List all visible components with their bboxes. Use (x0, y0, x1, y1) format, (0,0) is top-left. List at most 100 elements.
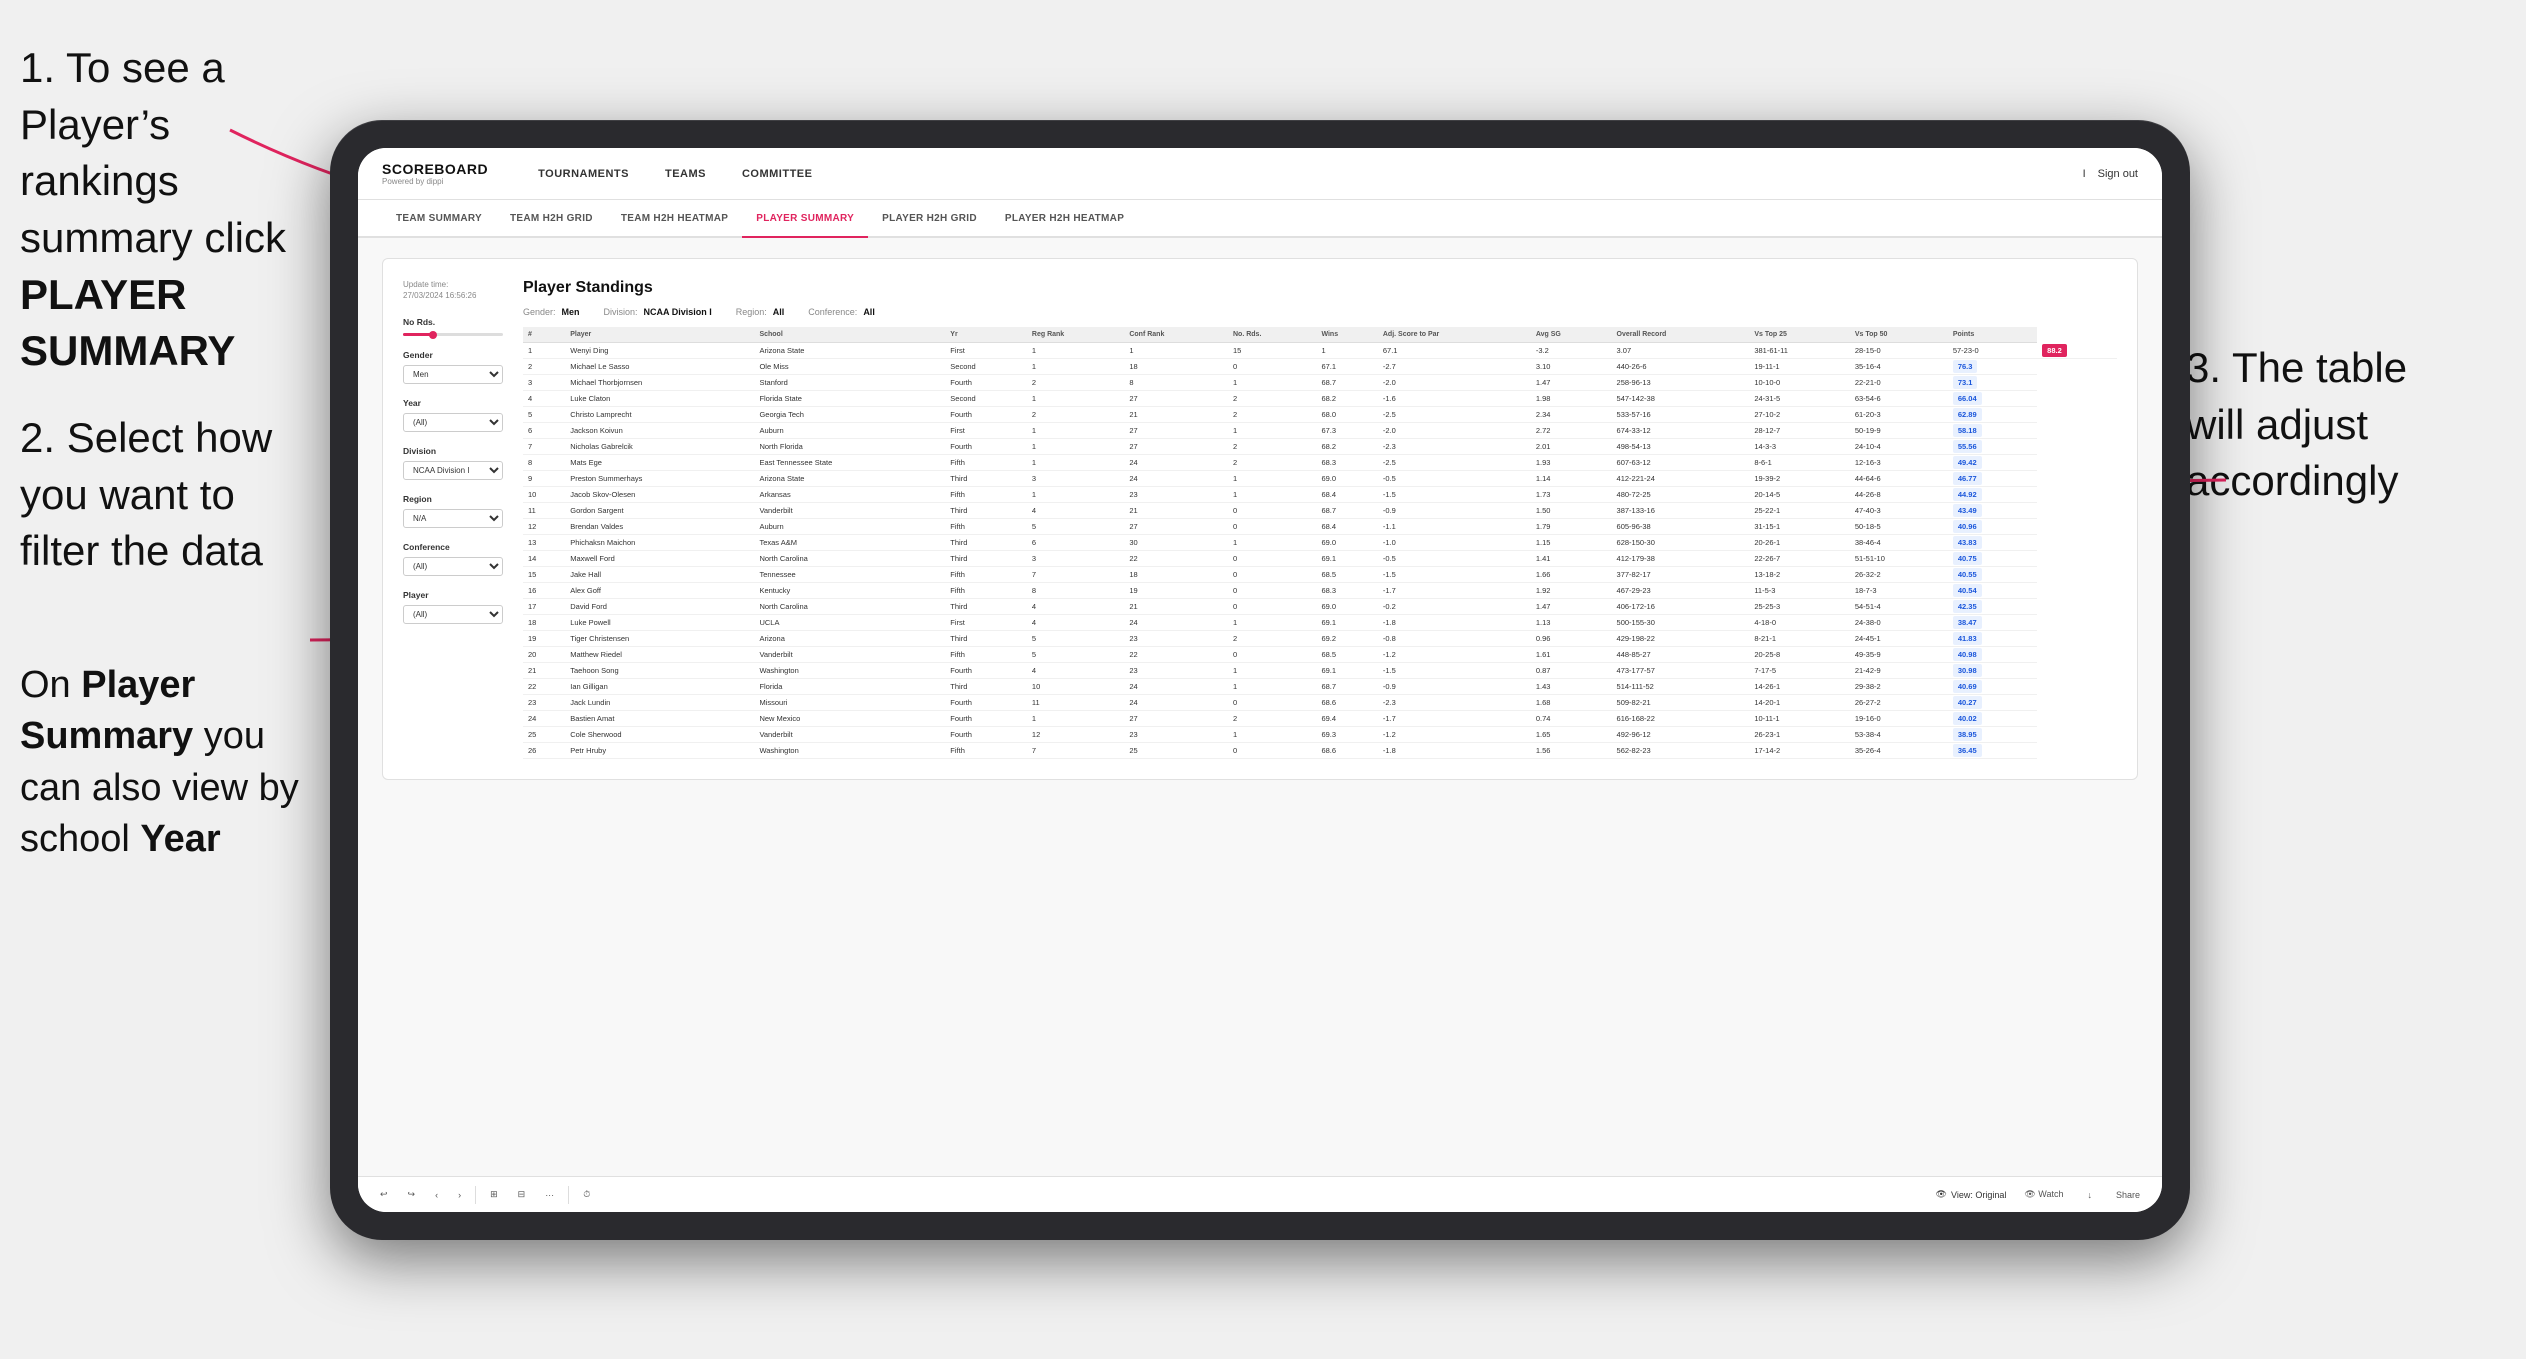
table-cell: 448-85-27 (1612, 647, 1750, 663)
sub-nav-team-h2h-grid[interactable]: TEAM H2H GRID (496, 200, 607, 238)
table-cell: Cole Sherwood (565, 727, 754, 743)
standings-table: # Player School Yr Reg Rank Conf Rank No… (523, 327, 2117, 759)
toolbar-clock[interactable]: ⏱ (577, 1186, 596, 1203)
table-cell: 10 (1027, 679, 1124, 695)
table-cell: 1.15 (1531, 535, 1612, 551)
table-cell: 492-96-12 (1612, 727, 1750, 743)
sub-nav-player-summary[interactable]: PLAYER SUMMARY (742, 200, 868, 238)
table-cell: Jake Hall (565, 567, 754, 583)
nav-committee[interactable]: COMMITTEE (724, 148, 831, 200)
filter-gender-select[interactable]: Men Women (403, 365, 503, 384)
table-cell: Alex Goff (565, 583, 754, 599)
table-cell: 73.1 (1948, 375, 2037, 391)
filter-year-select[interactable]: (All) First Second Third Fourth Fifth (403, 413, 503, 432)
table-cell: 1.50 (1531, 503, 1612, 519)
table-cell: -1.5 (1378, 487, 1531, 503)
table-row: 17David FordNorth CarolinaThird421069.0-… (523, 599, 2117, 615)
sub-nav-team-summary[interactable]: TEAM SUMMARY (382, 200, 496, 238)
table-cell: 44.92 (1948, 487, 2037, 503)
toolbar-copy[interactable]: ⊞ (484, 1186, 504, 1203)
table-cell: 13-18-2 (1749, 567, 1850, 583)
table-cell: 1 (1027, 455, 1124, 471)
toolbar-watch[interactable]: 👁 Watch (2018, 1186, 2069, 1203)
filter-player-select[interactable]: (All) (403, 605, 503, 624)
table-cell: 3 (523, 375, 565, 391)
table-cell: -0.2 (1378, 599, 1531, 615)
table-cell: 1.79 (1531, 519, 1612, 535)
table-cell: 628-150-30 (1612, 535, 1750, 551)
table-cell: 24 (523, 711, 565, 727)
table-cell: Florida (754, 679, 945, 695)
filter-region-label: Region (403, 494, 503, 504)
nav-teams[interactable]: TEAMS (647, 148, 724, 200)
table-cell: 38.95 (1948, 727, 2037, 743)
table-cell: 1.65 (1531, 727, 1612, 743)
table-cell: 2 (1228, 391, 1316, 407)
table-cell: 1.66 (1531, 567, 1612, 583)
toolbar-undo[interactable]: ↩ (374, 1186, 394, 1203)
table-cell: Luke Claton (565, 391, 754, 407)
table-cell: 51-51-10 (1850, 551, 1948, 567)
sub-nav-player-h2h-grid[interactable]: PLAYER H2H GRID (868, 200, 991, 238)
table-cell: 1.43 (1531, 679, 1612, 695)
table-cell: 21 (1124, 599, 1228, 615)
instruction-2-text: 2. Select how you want to filter the dat… (20, 410, 300, 580)
table-cell: 1 (1124, 343, 1228, 359)
toolbar-share[interactable]: Share (2110, 1187, 2146, 1203)
nav-tournaments[interactable]: TOURNAMENTS (520, 148, 647, 200)
col-vs-top50: Vs Top 50 (1850, 327, 1948, 343)
filter-region-select[interactable]: N/A All (403, 509, 503, 528)
filter-conference-select[interactable]: (All) (403, 557, 503, 576)
sub-nav-player-h2h-heatmap[interactable]: PLAYER H2H HEATMAP (991, 200, 1138, 238)
table-filter-region: Region: All (736, 307, 785, 317)
table-cell: 412-221-24 (1612, 471, 1750, 487)
sub-nav-team-h2h-heatmap[interactable]: TEAM H2H HEATMAP (607, 200, 742, 238)
table-cell: 24-45-1 (1850, 631, 1948, 647)
table-row: 11Gordon SargentVanderbiltThird421068.7-… (523, 503, 2117, 519)
table-cell: Vanderbilt (754, 503, 945, 519)
toolbar-view-original[interactable]: 👁 View: Original (1936, 1189, 2007, 1200)
table-cell: 1.13 (1531, 615, 1612, 631)
col-vs-top25: Vs Top 25 (1749, 327, 1850, 343)
table-cell: 11-5-3 (1749, 583, 1850, 599)
table-cell: Wenyi Ding (565, 343, 754, 359)
table-cell: Washington (754, 663, 945, 679)
table-cell: 40.02 (1948, 711, 2037, 727)
table-cell: Vanderbilt (754, 727, 945, 743)
filter-no-rds: No Rds. (403, 317, 503, 336)
table-cell: -2.3 (1378, 439, 1531, 455)
table-cell: 0 (1228, 359, 1316, 375)
toolbar-download[interactable]: ↓ (2081, 1187, 2098, 1203)
table-cell: Third (945, 679, 1027, 695)
table-cell: 258-96-13 (1612, 375, 1750, 391)
table-cell: 14 (523, 551, 565, 567)
table-cell: 18 (1124, 359, 1228, 375)
table-cell: 24-10-4 (1850, 439, 1948, 455)
toolbar-back[interactable]: ‹ (429, 1187, 444, 1203)
filter-division-select[interactable]: NCAA Division I NCAA Division II NCAA Di… (403, 461, 503, 480)
table-cell: 0 (1228, 519, 1316, 535)
table-cell: 1.14 (1531, 471, 1612, 487)
table-cell: 21 (523, 663, 565, 679)
table-cell: 8 (523, 455, 565, 471)
table-cell: 8 (1124, 375, 1228, 391)
app-logo: SCOREBOARD Powered by dippi (382, 161, 488, 186)
toolbar-paste[interactable]: ⊟ (512, 1186, 532, 1203)
table-cell: 19 (1124, 583, 1228, 599)
toolbar-redo[interactable]: ↪ (402, 1186, 422, 1203)
table-cell: Taehoon Song (565, 663, 754, 679)
filter-slider[interactable] (403, 333, 503, 336)
sign-out-link[interactable]: Sign out (2098, 168, 2138, 180)
table-cell: Florida State (754, 391, 945, 407)
table-region-label: Region: (736, 307, 767, 317)
table-cell: 1 (1228, 663, 1316, 679)
toolbar-forward[interactable]: › (452, 1187, 467, 1203)
table-cell: 20 (523, 647, 565, 663)
table-header-row: # Player School Yr Reg Rank Conf Rank No… (523, 327, 2117, 343)
toolbar-more[interactable]: ··· (539, 1187, 560, 1203)
table-cell: 69.1 (1316, 551, 1377, 567)
table-cell: 14-3-3 (1749, 439, 1850, 455)
table-cell: Phichaksn Maichon (565, 535, 754, 551)
table-cell: 35-26-4 (1850, 743, 1948, 759)
filter-slider-handle[interactable] (429, 331, 437, 339)
